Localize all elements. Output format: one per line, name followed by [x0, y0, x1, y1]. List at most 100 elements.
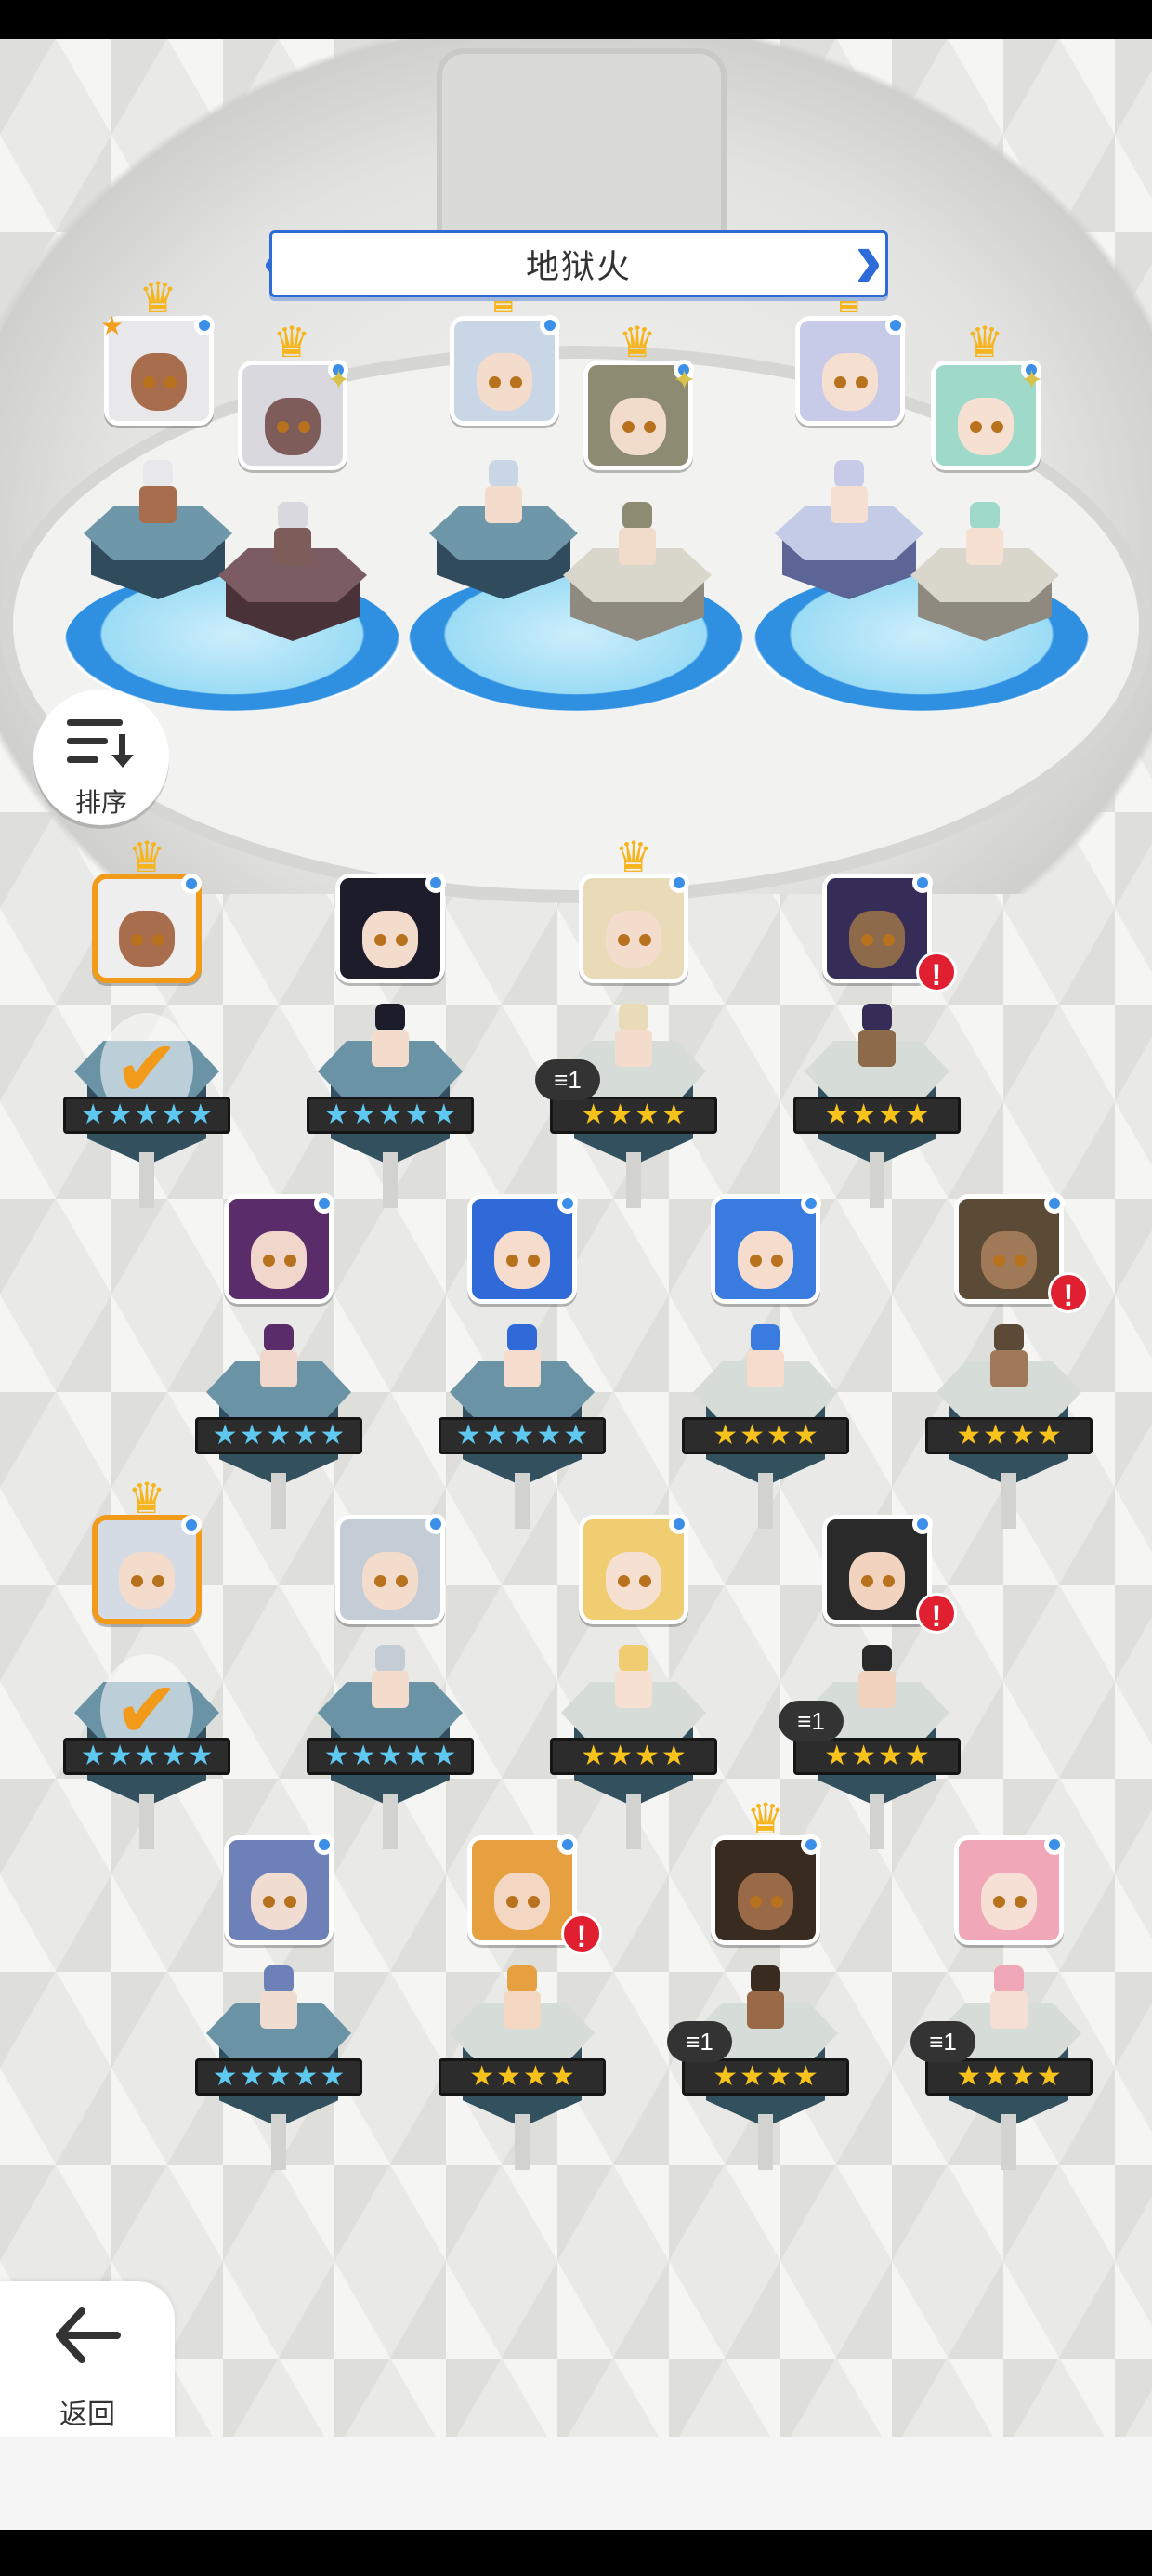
sprite-body	[858, 1030, 896, 1067]
hero-portrait[interactable]	[711, 1193, 821, 1304]
crown-icon: ♛	[127, 833, 166, 881]
arena-next-arrow[interactable]: ›	[855, 217, 888, 301]
sprite-head	[834, 460, 864, 488]
hero-face	[98, 1520, 196, 1619]
hero-portrait[interactable]	[579, 873, 689, 983]
hero-portrait[interactable]	[822, 873, 933, 983]
hero-portrait[interactable]	[579, 1514, 689, 1624]
info-dot-icon	[557, 1193, 578, 1214]
star-icon: ★	[482, 1420, 508, 1451]
hero-skin	[250, 1872, 308, 1931]
sprite-body	[990, 1991, 1028, 2029]
hero-face	[715, 1199, 816, 1299]
star-icon: ★	[740, 1420, 765, 1451]
star-icon: ★	[766, 1420, 792, 1451]
star-icon: ★	[792, 1420, 818, 1451]
sprite-body	[990, 1350, 1028, 1387]
hero-sprite	[851, 1645, 903, 1710]
hero-card[interactable]: ✔ ★ ★ ★ ★ ★ ♛	[54, 835, 240, 1208]
star-icon: ★	[904, 1099, 930, 1130]
sparkle-icon: ✦	[673, 365, 697, 396]
star-icon: ★	[320, 1420, 346, 1451]
hero-card[interactable]: ✔ ★ ★ ★ ★ ★ ♛	[54, 1477, 240, 1849]
hero-portrait[interactable]	[224, 1193, 334, 1304]
sprite-head	[970, 502, 1000, 530]
hero-portrait[interactable]	[954, 1193, 1065, 1304]
arena-gate	[437, 48, 727, 245]
hero-portrait[interactable]	[335, 873, 446, 983]
star-icon: ★	[1036, 1420, 1062, 1451]
star-icon: ★	[431, 1741, 457, 1771]
back-button[interactable]: 返回	[0, 2281, 175, 2439]
info-dot-icon	[912, 1514, 933, 1534]
hero-face	[715, 1840, 816, 1940]
hero-sprite	[253, 1965, 305, 2031]
hero-portrait[interactable]	[224, 1834, 334, 1945]
hero-card[interactable]: ★ ★ ★ ★ ≡1	[910, 1834, 1102, 2170]
hero-portrait[interactable]	[467, 1834, 578, 1945]
info-dot-icon	[425, 873, 446, 893]
sort-button[interactable]: 排序	[33, 690, 169, 825]
hero-card[interactable]: ★ ★ ★ ★ ♛ ≡1	[667, 1797, 858, 2170]
star-icon: ★	[323, 1099, 349, 1130]
hero-portrait[interactable]	[92, 874, 202, 983]
hero-card[interactable]: ★ ★ ★ ★	[541, 1514, 727, 1849]
crown-icon: ♛	[138, 273, 177, 322]
sprite-head	[751, 1324, 780, 1352]
star-icon: ★	[878, 1741, 903, 1771]
star-icon: ★	[523, 2061, 548, 2092]
sprite-body	[139, 486, 177, 523]
hero-skin	[737, 1230, 794, 1290]
hero-eye	[131, 1575, 143, 1588]
crown-icon: ♛	[618, 318, 657, 366]
hero-card[interactable]: ★ ★ ★ ★ ★	[186, 1834, 372, 2170]
info-dot-icon	[181, 874, 202, 894]
sprite-head	[278, 502, 308, 530]
star-icon: ★	[509, 1420, 535, 1451]
hero-card[interactable]: ★ ★ ★ ★! ≡1	[779, 1514, 970, 1849]
hero-card[interactable]: ★ ★ ★ ★ ★	[297, 873, 483, 1208]
hero-card[interactable]: ★ ★ ★ ★!	[784, 873, 970, 1208]
star-icon: ★	[323, 1741, 349, 1771]
system-nav-bar	[0, 2530, 1152, 2576]
star-icon: ★	[80, 1741, 106, 1771]
arena-title: 地狱火	[525, 247, 632, 285]
hero-card[interactable]: ★ ★ ★ ★ ★	[429, 1193, 615, 1529]
star-icon: ★	[824, 1099, 850, 1130]
star-icon: ★	[212, 2061, 238, 2092]
star-rating: ★ ★ ★ ★ ★	[195, 1417, 362, 1454]
sprite-body	[504, 1350, 541, 1387]
hero-portrait[interactable]	[822, 1514, 933, 1624]
hero-card[interactable]: ★ ★ ★ ★!	[916, 1193, 1102, 1529]
hero-face	[959, 1199, 1059, 1299]
star-icon: ★	[161, 1741, 187, 1771]
crown-icon: ♛	[746, 1794, 785, 1843]
hero-portrait[interactable]	[467, 1193, 578, 1304]
hero-portrait[interactable]	[954, 1834, 1065, 1945]
sprite-body	[274, 528, 311, 565]
hero-portrait[interactable]	[711, 1834, 821, 1945]
star-icon: ★	[469, 2061, 495, 2092]
hero-sprite	[740, 1965, 792, 2031]
hero-face	[472, 1199, 572, 1299]
hero-portrait[interactable]	[92, 1515, 202, 1624]
hero-portrait[interactable]	[450, 315, 560, 426]
checkmark-icon: ✔	[113, 1025, 180, 1112]
hero-sprite	[983, 1324, 1035, 1389]
hero-card[interactable]: ★ ★ ★ ★	[673, 1193, 858, 1529]
hero-skin	[821, 352, 879, 412]
star-rating: ★ ★ ★ ★	[550, 1738, 717, 1775]
hero-card[interactable]: ★ ★ ★ ★!	[429, 1834, 615, 2170]
star-rating: ★ ★ ★ ★ ★	[439, 1417, 606, 1454]
hero-skin	[250, 1230, 308, 1290]
copy-count-badge: ≡1	[535, 1059, 600, 1100]
hero-portrait[interactable]	[795, 315, 906, 426]
sprite-head	[507, 1965, 537, 1993]
star-icon: ★	[431, 1099, 457, 1130]
hero-portrait[interactable]	[335, 1514, 446, 1624]
hero-card[interactable]: ★ ★ ★ ★ ♛ ≡1	[535, 835, 727, 1208]
hero-card[interactable]: ★ ★ ★ ★ ★	[297, 1514, 483, 1849]
star-icon: ★	[635, 1099, 660, 1130]
hero-card[interactable]: ★ ★ ★ ★ ★	[186, 1193, 372, 1529]
hero-face	[583, 1519, 684, 1620]
